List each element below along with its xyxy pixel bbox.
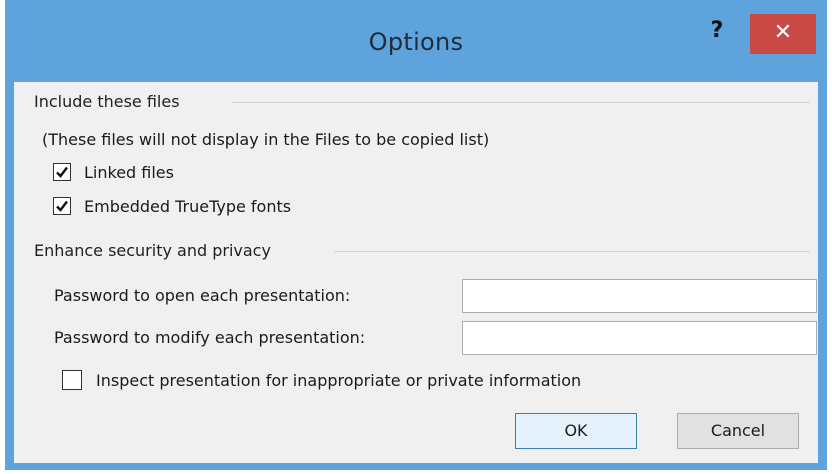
checkbox-box[interactable] [53, 197, 71, 215]
include-files-header: Include these files [34, 92, 180, 111]
dialog-body: Include these files (These files will no… [14, 82, 818, 463]
checkmark-icon [56, 200, 68, 212]
group-divider [334, 251, 810, 252]
help-button[interactable]: ? [695, 14, 739, 54]
linked-files-label: Linked files [84, 162, 174, 182]
security-header: Enhance security and privacy [34, 241, 271, 260]
include-files-note: (These files will not display in the Fil… [42, 130, 490, 149]
modify-password-label: Password to modify each presentation: [54, 328, 366, 347]
cancel-button[interactable]: Cancel [677, 413, 799, 449]
checkmark-icon [56, 166, 68, 178]
embedded-fonts-label: Embedded TrueType fonts [84, 196, 292, 216]
close-button[interactable]: ✕ [750, 14, 816, 54]
modify-password-input[interactable] [462, 321, 817, 355]
open-password-input[interactable] [462, 279, 817, 313]
inspect-label: Inspect presentation for inappropriate o… [96, 370, 582, 390]
title-bar[interactable]: Options ? ✕ [5, 0, 827, 82]
linked-files-checkbox[interactable]: Linked files [53, 160, 174, 184]
ok-button[interactable]: OK [515, 413, 637, 449]
inspect-checkbox[interactable]: Inspect presentation for inappropriate o… [62, 368, 581, 392]
group-divider [232, 102, 810, 103]
options-dialog: Options ? ✕ Include these files (These f… [5, 0, 827, 470]
embedded-fonts-checkbox[interactable]: Embedded TrueType fonts [53, 194, 291, 218]
checkbox-box[interactable] [62, 370, 82, 390]
open-password-label: Password to open each presentation: [54, 286, 351, 305]
checkbox-box[interactable] [53, 163, 71, 181]
